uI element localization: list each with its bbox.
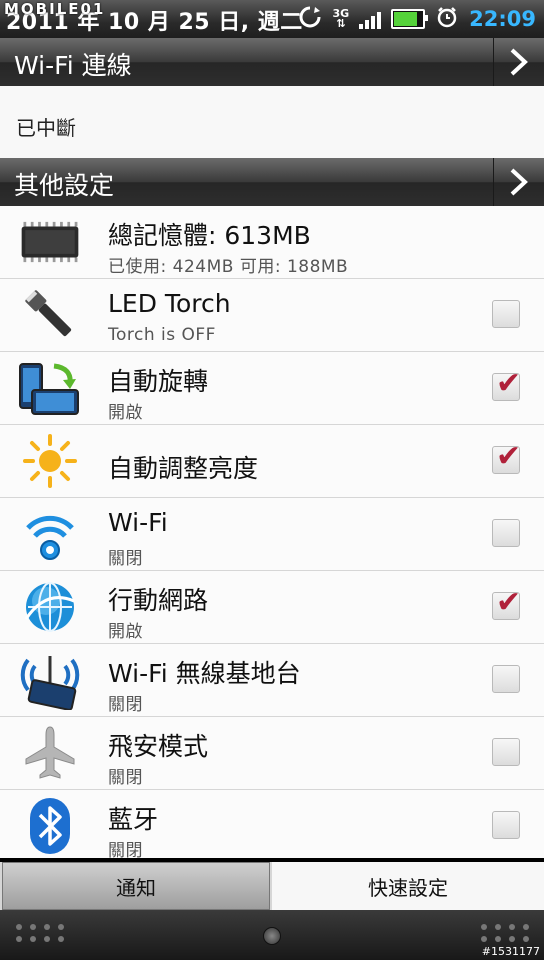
list-item-bluetooth[interactable]: 藍牙 關閉 [0,790,544,858]
setting-title: LED Torch [108,289,231,318]
setting-title: 自動調整亮度 [108,454,259,483]
wifi-hotspot-checkbox[interactable] [492,665,520,693]
setting-title: 自動旋轉 [108,367,209,396]
list-item-auto-rotate[interactable]: 自動旋轉 開啟 [0,352,544,425]
signal-strength-icon [359,9,382,29]
airplane-mode-checkbox[interactable] [492,738,520,766]
drawer-handle[interactable]: #1531177 [0,910,544,960]
wifi-hotspot-icon [18,652,82,710]
chevron-right-icon[interactable] [493,158,544,206]
auto-rotate-checkbox[interactable] [492,366,521,401]
list-item-mobile-network[interactable]: 行動網路 開啟 [0,571,544,644]
status-time: 22:09 [469,7,536,31]
list-item-auto-brightness[interactable]: 自動調整亮度 [0,425,544,498]
flashlight-icon [18,287,82,343]
memory-total-label: 總記憶體: 613MB [108,221,311,250]
grip-dots-left [16,924,65,942]
setting-title: Wi-Fi [108,508,168,537]
list-item-wifi[interactable]: Wi-Fi 關閉 [0,498,544,571]
wifi-status-text: 已中斷 [16,116,76,140]
battery-icon [391,9,429,29]
network-type-label: 3G [332,7,350,20]
list-item-airplane-mode[interactable]: 飛安模式 關閉 [0,717,544,790]
image-id-label: #1531177 [481,945,540,958]
auto-brightness-checkbox[interactable] [492,439,521,474]
grip-dots-right [481,924,530,942]
setting-subtitle: 關閉 [108,695,143,715]
wifi-status-row[interactable]: 已中斷 [0,86,544,158]
drawer-knob[interactable] [263,927,281,945]
battery-fill [394,12,417,26]
setting-subtitle: 關閉 [108,841,143,858]
list-item-led-torch[interactable]: LED Torch Torch is OFF [0,279,544,352]
airplane-icon [18,725,82,781]
setting-subtitle: 開啟 [108,403,143,423]
wifi-checkbox[interactable] [492,519,520,547]
wifi-section-title: Wi-Fi 連線 [14,51,132,80]
quick-settings-list: 總記憶體: 613MB 已使用: 424MB 可用: 188MB LED Tor… [0,206,544,858]
other-settings-title: 其他設定 [14,171,115,200]
chevron-right-icon[interactable] [493,38,544,86]
bottom-tab-bar: 通知 快速設定 [0,862,544,910]
setting-title: 飛安模式 [108,732,209,761]
network-3g-icon: 3G ⇅ [332,7,350,30]
setting-subtitle: 關閉 [108,549,143,569]
setting-subtitle: 關閉 [108,768,143,788]
wifi-icon [18,506,82,562]
list-item-memory[interactable]: 總記憶體: 613MB 已使用: 424MB 可用: 188MB [0,206,544,279]
watermark-text: MOBILE01 [4,0,106,18]
list-item-wifi-hotspot[interactable]: Wi-Fi 無線基地台 關閉 [0,644,544,717]
setting-subtitle: 開啟 [108,622,143,642]
setting-title: 行動網路 [108,586,209,615]
tab-quick-settings[interactable]: 快速設定 [272,862,544,910]
wifi-section-header[interactable]: Wi-Fi 連線 [0,38,544,87]
status-bar: 2011 年 10 月 25 日, 週二 MOBILE01 3G ⇅ 22:09 [0,0,544,38]
bluetooth-checkbox[interactable] [492,811,520,839]
led-torch-checkbox[interactable] [492,300,520,328]
alarm-clock-icon [435,5,459,33]
setting-title: Wi-Fi 無線基地台 [108,659,301,688]
tab-notifications[interactable]: 通知 [2,862,270,910]
memory-usage-label: 已使用: 424MB 可用: 188MB [108,257,349,277]
setting-title: 藍牙 [108,805,159,834]
mobile-network-globe-icon [18,579,82,635]
auto-rotate-icon [18,360,82,416]
status-icons: 3G ⇅ 22:09 [298,4,536,34]
bluetooth-icon [18,798,82,854]
other-settings-header[interactable]: 其他設定 [0,158,544,207]
setting-subtitle: Torch is OFF [108,325,216,345]
memory-chip-icon [18,214,82,270]
sync-icon [298,5,322,33]
brightness-sun-icon [18,433,82,489]
mobile-network-checkbox[interactable] [492,585,521,620]
